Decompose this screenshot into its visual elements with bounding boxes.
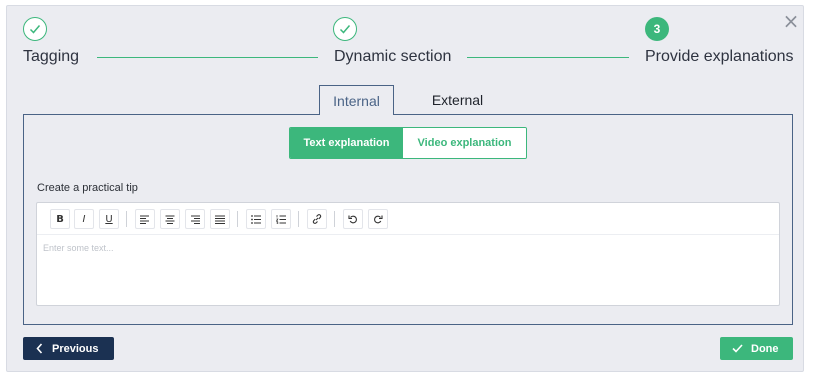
toolbar-divider: [237, 211, 238, 227]
explanation-modal: × Tagging Dynamic section 3 Provide expl…: [6, 5, 804, 372]
redo-icon[interactable]: [368, 209, 388, 229]
step-2-label: Dynamic section: [334, 48, 452, 65]
explanation-type-toggle: Text explanation Video explanation: [289, 127, 527, 159]
previous-button[interactable]: Previous: [23, 337, 114, 360]
link-icon[interactable]: [307, 209, 327, 229]
step-3-label: Provide explanations: [645, 48, 794, 65]
tip-label: Create a practical tip: [37, 182, 138, 194]
toolbar-divider: [126, 211, 127, 227]
step-1-label: Tagging: [23, 48, 80, 65]
underline-icon[interactable]: U: [99, 209, 119, 229]
align-left-icon[interactable]: [135, 209, 155, 229]
align-justify-icon[interactable]: [210, 209, 230, 229]
numbered-list-icon[interactable]: [271, 209, 291, 229]
editor-toolbar: B I U: [37, 203, 779, 235]
step-connector-1: [97, 57, 318, 58]
done-button-label: Done: [751, 342, 779, 355]
italic-icon[interactable]: I: [74, 209, 94, 229]
close-icon[interactable]: ×: [781, 10, 801, 32]
done-button[interactable]: Done: [720, 337, 793, 360]
step-1-check-icon: [23, 17, 47, 41]
text-explanation-button[interactable]: Text explanation: [290, 128, 403, 158]
bold-icon[interactable]: B: [50, 209, 70, 229]
tab-internal[interactable]: Internal: [319, 85, 394, 115]
editor-placeholder: Enter some text...: [43, 243, 114, 253]
rich-text-editor[interactable]: B I U Enter some text...: [36, 202, 780, 306]
toolbar-divider: [334, 211, 335, 227]
bullet-list-icon[interactable]: [246, 209, 266, 229]
step-connector-2: [467, 57, 629, 58]
undo-icon[interactable]: [343, 209, 363, 229]
toolbar-divider: [298, 211, 299, 227]
align-center-icon[interactable]: [160, 209, 180, 229]
previous-button-label: Previous: [52, 342, 99, 355]
check-icon: [732, 344, 743, 353]
align-right-icon[interactable]: [185, 209, 205, 229]
step-2-check-icon: [333, 17, 357, 41]
chevron-left-icon: [36, 343, 43, 354]
tab-external[interactable]: External: [420, 85, 495, 115]
tab-panel: Text explanation Video explanation Creat…: [23, 114, 793, 325]
video-explanation-button[interactable]: Video explanation: [403, 128, 526, 158]
step-3-number-badge: 3: [645, 17, 669, 41]
